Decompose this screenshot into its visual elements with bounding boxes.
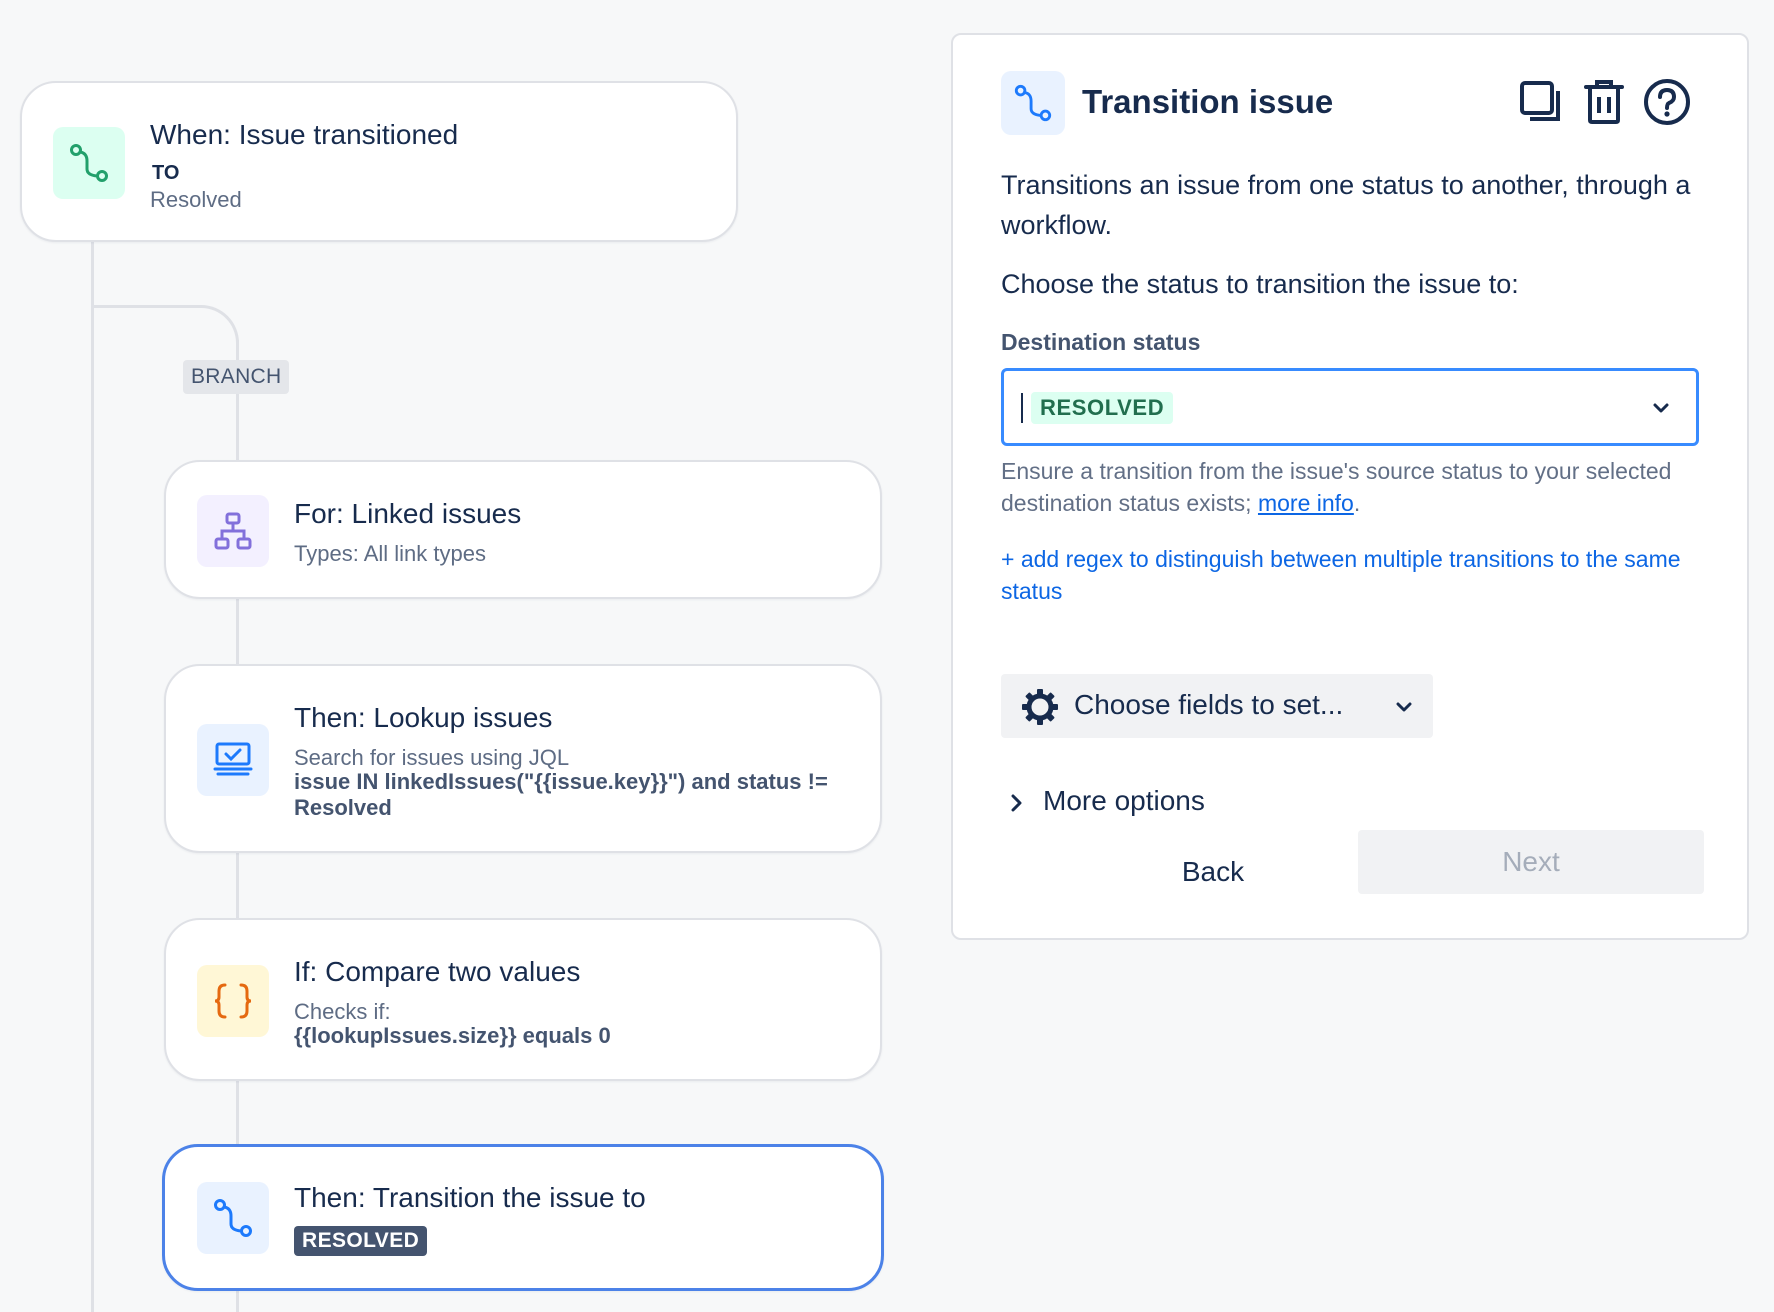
braces-icon (214, 983, 252, 1019)
trigger-status: Resolved (150, 187, 242, 212)
step-title: Then: Transition the issue to (294, 1182, 646, 1213)
chevron-down-icon (1396, 702, 1412, 712)
panel-icon-box (1001, 71, 1065, 135)
choose-fields-button[interactable]: Choose fields to set... (1001, 674, 1433, 738)
destination-help-text: Ensure a transition from the issue's sou… (1001, 455, 1701, 519)
trigger-title: When: Issue transitioned (150, 119, 459, 150)
step-icon-box (197, 965, 269, 1037)
choose-fields-label: Choose fields to set... (1074, 689, 1344, 720)
choose-status-text: Choose the status to transition the issu… (1001, 269, 1519, 299)
step-card-lookup-issues[interactable]: Then: Lookup issues Search for issues us… (164, 664, 882, 853)
trash-icon (1584, 80, 1624, 124)
step-subtitle: Types: All link types (294, 541, 486, 566)
copy-button[interactable] (1516, 77, 1566, 127)
trigger-card[interactable]: When: Issue transitioned TO Resolved (20, 81, 738, 242)
step-card-linked-issues[interactable]: For: Linked issues Types: All link types (164, 460, 882, 599)
transition-icon (214, 1199, 252, 1237)
step-icon-box (197, 1182, 269, 1254)
destination-status-label: Destination status (1001, 329, 1201, 355)
status-badge: RESOLVED (294, 1226, 428, 1256)
step-icon-box (197, 495, 269, 567)
lookup-icon (213, 742, 253, 776)
panel-title: Transition issue (1082, 83, 1334, 120)
more-options-toggle[interactable]: More options (1009, 785, 1205, 817)
flow-line-main (91, 240, 94, 1312)
step-icon-box (197, 724, 269, 796)
add-regex-link[interactable]: + add regex to distinguish between multi… (1001, 543, 1701, 607)
panel-description: Transitions an issue from one status to … (1001, 170, 1691, 240)
back-button[interactable]: Back (1093, 840, 1333, 904)
step-subtitle: Checks if: (294, 999, 391, 1024)
chevron-right-icon (1011, 794, 1022, 812)
gear-icon (1022, 689, 1058, 725)
more-info-link[interactable]: more info (1258, 490, 1354, 516)
destination-status-select[interactable]: RESOLVED (1001, 368, 1699, 446)
step-jql: issue IN linkedIssues("{{issue.key}}") a… (294, 769, 828, 820)
transition-icon (70, 144, 108, 182)
branch-tag: BRANCH (183, 360, 290, 394)
hierarchy-icon (214, 512, 252, 550)
copy-icon (1520, 81, 1560, 121)
branch-connector (91, 305, 239, 345)
selected-status-lozenge: RESOLVED (1031, 392, 1174, 424)
step-title: For: Linked issues (294, 498, 522, 529)
step-card-transition-issue[interactable]: Then: Transition the issue to RESOLVED (162, 1144, 884, 1291)
transition-icon (1014, 84, 1052, 122)
help-button[interactable] (1642, 77, 1692, 127)
delete-button[interactable] (1579, 77, 1629, 127)
help-text-end: . (1353, 490, 1361, 516)
step-subtitle: Search for issues using JQL (294, 745, 570, 770)
transition-config-panel: Transition issue Transitions an issue fr… (951, 33, 1749, 940)
text-caret (1021, 393, 1023, 423)
step-title: If: Compare two values (294, 956, 581, 987)
trigger-to-label: TO (152, 162, 180, 184)
help-icon (1644, 79, 1690, 125)
step-title: Then: Lookup issues (294, 702, 553, 733)
next-button[interactable]: Next (1358, 830, 1704, 894)
chevron-down-icon (1653, 403, 1669, 413)
step-condition: {{lookupIssues.size}} equals 0 (294, 1023, 611, 1048)
more-options-label: More options (1043, 785, 1205, 816)
trigger-icon-box (53, 127, 125, 199)
step-card-compare-values[interactable]: If: Compare two values Checks if: {{look… (164, 918, 882, 1081)
